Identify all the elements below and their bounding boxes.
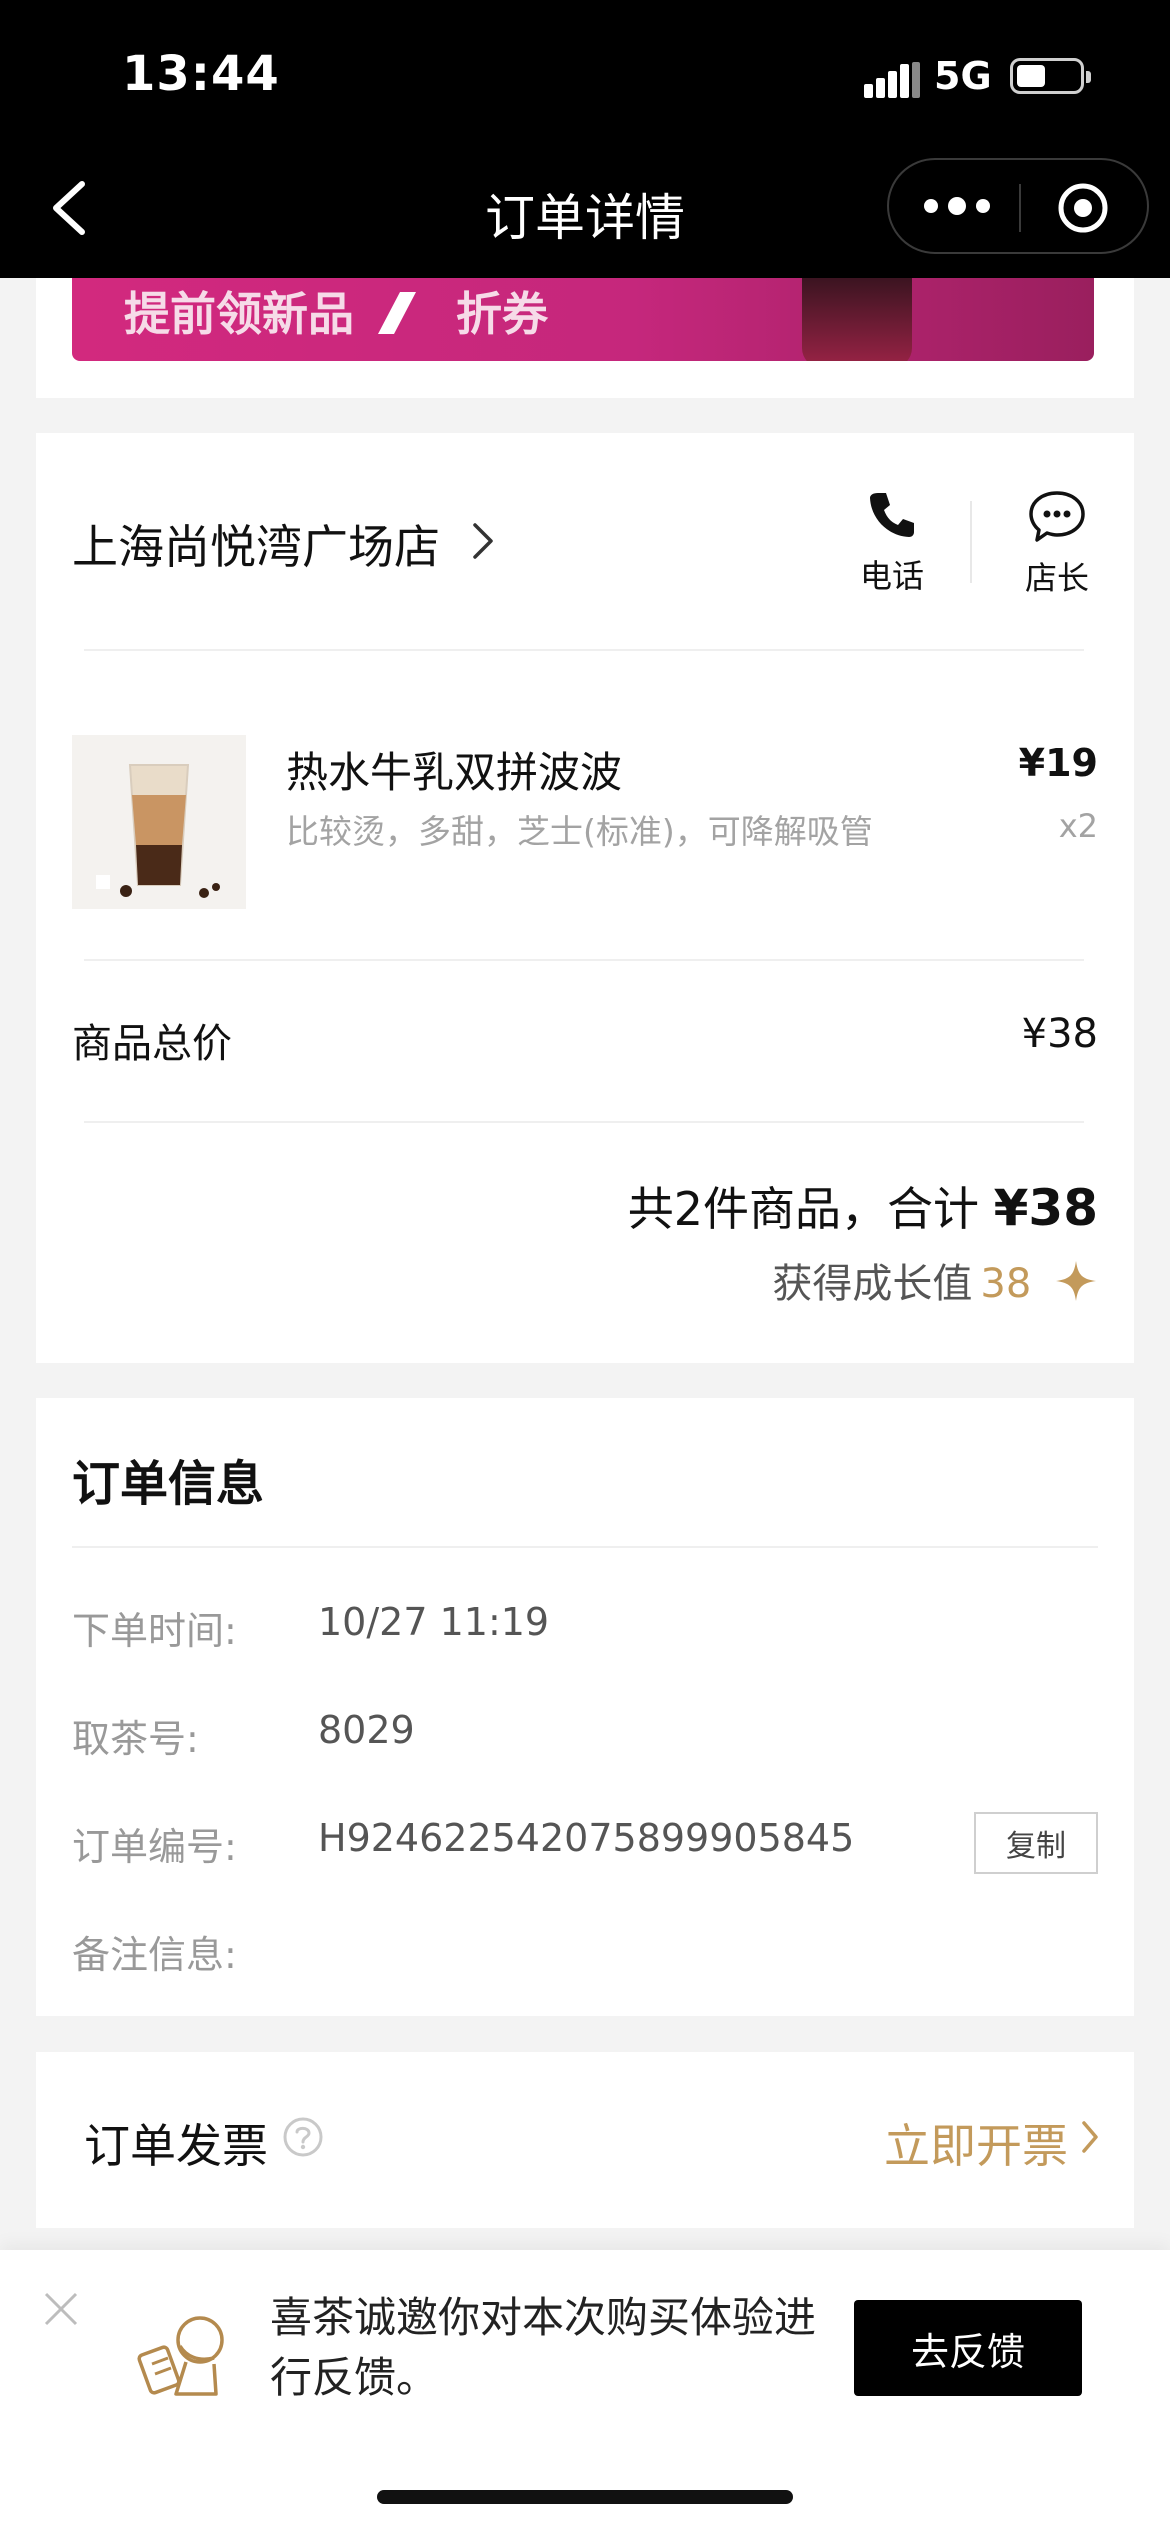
- sparkle-icon: [1056, 1261, 1096, 1301]
- order-items-card: 上海尚悦湾广场店 电话 店长 热水牛乳双拼波波 比较烫，多甜，芝士(标准)，可降…: [36, 433, 1134, 1363]
- order-number-label: 订单编号:: [72, 1825, 237, 1869]
- divider: [84, 649, 1084, 651]
- growth-value: 38: [980, 1261, 1032, 1307]
- product-quantity: x2: [1058, 807, 1098, 845]
- contact-manager-button[interactable]: 店长: [1002, 489, 1112, 609]
- subtotal-value: ¥38: [1021, 1011, 1098, 1057]
- total-amount: ¥38: [993, 1179, 1098, 1237]
- close-miniprogram-icon[interactable]: [1057, 182, 1109, 234]
- product-name: 热水牛乳双拼波波: [286, 748, 623, 797]
- top-bar: 13:44 5G 订单详情: [0, 0, 1170, 278]
- order-info-title: 订单信息: [72, 1456, 265, 1512]
- battery-icon: [1010, 58, 1091, 94]
- promo-text-left: 提前领新品: [124, 287, 354, 341]
- divider: [970, 501, 972, 583]
- feedback-button[interactable]: 去反馈: [854, 2300, 1082, 2396]
- growth-label: 获得成长值: [772, 1261, 973, 1307]
- copy-button[interactable]: 复制: [974, 1812, 1098, 1874]
- invoice-card[interactable]: 订单发票 立即开票: [36, 2052, 1134, 2228]
- product-image: [72, 735, 246, 909]
- chevron-right-icon[interactable]: [470, 521, 496, 561]
- promo-card: 提前领新品 折券: [36, 278, 1134, 398]
- issue-invoice-link[interactable]: 立即开票: [884, 2110, 1068, 2176]
- order-time-value: 10/27 11:19: [318, 1600, 550, 1644]
- home-indicator[interactable]: [377, 2490, 793, 2504]
- call-label: 电话: [859, 557, 924, 595]
- call-store-button[interactable]: 电话: [842, 489, 942, 609]
- order-time-label: 下单时间:: [72, 1609, 237, 1653]
- divider: [84, 959, 1084, 961]
- promo-banner[interactable]: 提前领新品 折券: [72, 278, 1094, 361]
- network-type: 5G: [934, 54, 992, 98]
- feedback-person-icon: [137, 2316, 224, 2396]
- order-total: 共2件商品，合计 ¥38: [628, 1173, 1098, 1239]
- phone-icon: [870, 493, 914, 537]
- chevron-right-icon[interactable]: [1080, 2120, 1100, 2154]
- pickup-number-label: 取茶号:: [72, 1717, 199, 1761]
- more-icon[interactable]: [917, 182, 997, 230]
- capsule-divider: [1019, 184, 1021, 232]
- order-number-value: H924622542075899905845: [318, 1816, 855, 1860]
- product-price: ¥19: [1018, 741, 1098, 785]
- promo-text: 提前领新品 折券: [124, 278, 548, 344]
- promo-arrow-icon: [378, 292, 417, 334]
- invoice-label: 订单发票: [84, 2119, 268, 2173]
- order-info-card: 订单信息 下单时间: 10/27 11:19 取茶号: 8029 订单编号: H…: [36, 1398, 1134, 2016]
- subtotal-label: 商品总价: [72, 1021, 232, 1067]
- remark-label: 备注信息:: [72, 1933, 237, 1977]
- manager-label: 店长: [1024, 559, 1089, 597]
- promo-text-right: 折券: [456, 287, 549, 341]
- milk-tea-icon: [72, 735, 246, 909]
- status-time: 13:44: [122, 46, 280, 102]
- signal-icon: [864, 62, 920, 98]
- store-name[interactable]: 上海尚悦湾广场店: [72, 511, 440, 577]
- feedback-text: 喜茶诚邀你对本次购买体验进行反馈。: [270, 2293, 817, 2402]
- total-prefix: 共2件商品，合计: [627, 1182, 979, 1236]
- help-icon[interactable]: [282, 2116, 324, 2158]
- growth-points: 获得成长值 38: [772, 1251, 1098, 1309]
- mini-program-capsule: [887, 158, 1149, 254]
- close-icon[interactable]: [42, 2290, 80, 2328]
- pickup-number-value: 8029: [318, 1708, 415, 1752]
- divider: [72, 1546, 1098, 1548]
- promo-cup-image: [802, 278, 912, 361]
- divider: [84, 1121, 1084, 1123]
- status-indicators: 5G: [840, 54, 1170, 100]
- product-spec: 比较烫，多甜，芝士(标准)，可降解吸管: [286, 812, 873, 851]
- chat-bubble-icon: [1029, 491, 1085, 542]
